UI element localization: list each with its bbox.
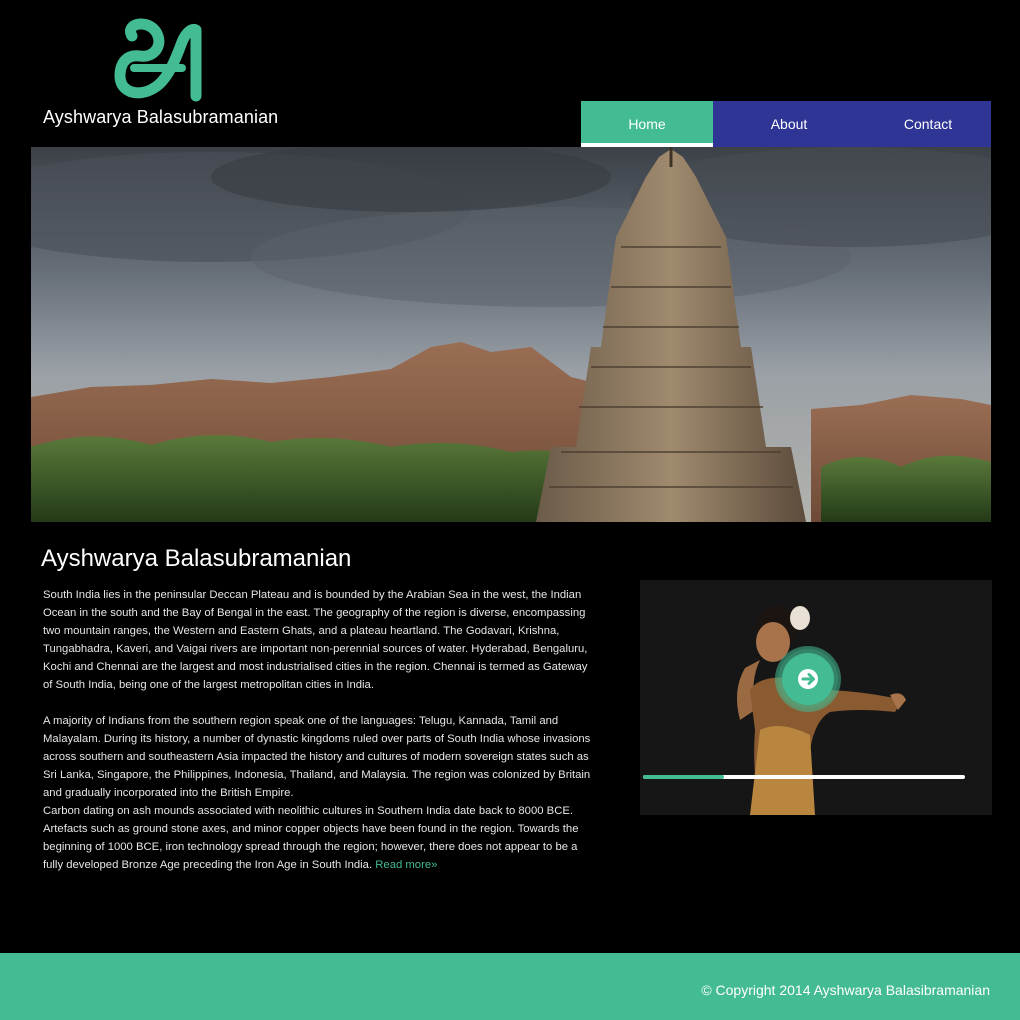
read-more-link[interactable]: Read more» (375, 859, 437, 871)
article-body: South India lies in the peninsular Decca… (43, 586, 591, 874)
nav-about[interactable]: About (713, 101, 865, 147)
article-paragraph: A majority of Indians from the southern … (43, 715, 591, 799)
main-nav: Home About Contact (581, 101, 991, 147)
article-paragraph: Carbon dating on ash mounds associated w… (43, 802, 591, 874)
article-paragraph: South India lies in the peninsular Decca… (43, 589, 588, 691)
copyright-text: © Copyright 2014 Ayshwarya Balasibramani… (701, 982, 990, 998)
nav-home[interactable]: Home (581, 101, 713, 147)
video-progress-fill (643, 775, 724, 779)
video-player[interactable] (640, 580, 992, 815)
logo-icon[interactable] (104, 14, 204, 102)
site-name[interactable]: Ayshwarya Balasubramanian (43, 107, 278, 128)
article-paragraph-text: Carbon dating on ash mounds associated w… (43, 805, 579, 871)
nav-contact[interactable]: Contact (865, 101, 991, 147)
footer: © Copyright 2014 Ayshwarya Balasibramani… (0, 953, 1020, 1020)
arrow-right-icon (798, 669, 818, 689)
video-progress-bar[interactable] (643, 775, 965, 779)
hero-image (31, 147, 991, 522)
play-button[interactable] (782, 653, 834, 705)
page-title: Ayshwarya Balasubramanian (41, 545, 352, 572)
